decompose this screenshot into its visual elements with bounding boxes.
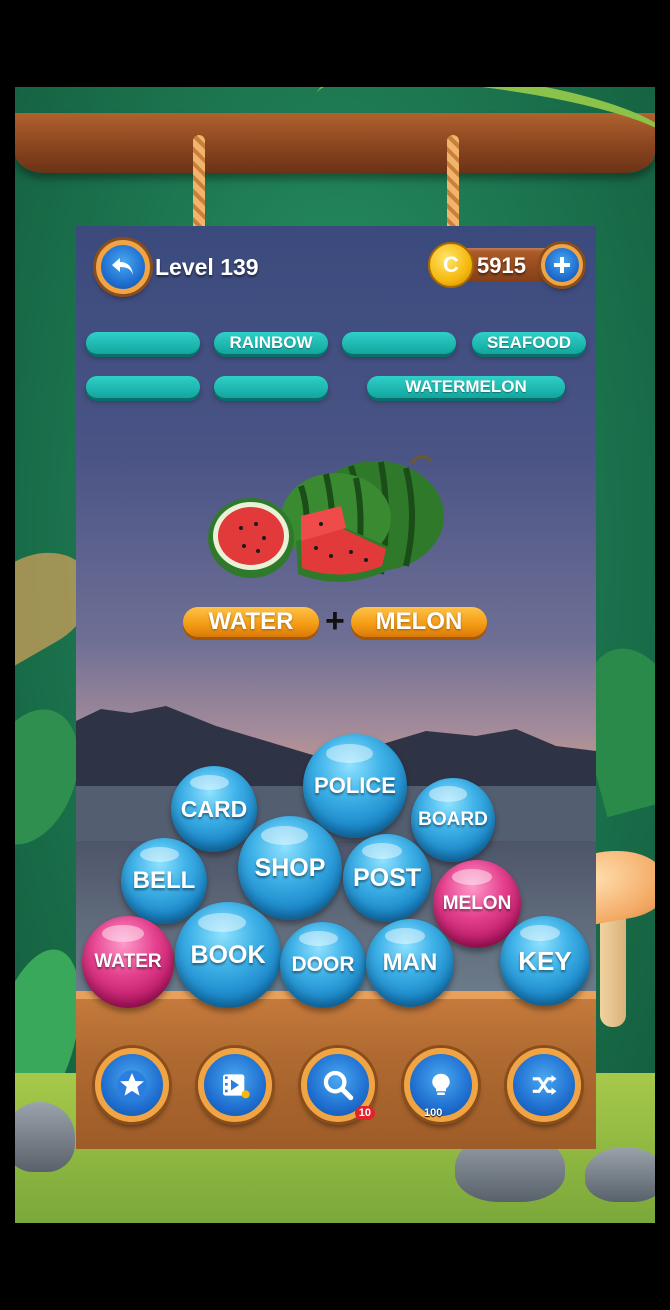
word-bubble[interactable]: MAN — [366, 919, 454, 1007]
shuffle-icon — [532, 1075, 557, 1095]
lightbulb-icon — [432, 1073, 450, 1095]
add-coins-button[interactable] — [541, 244, 583, 286]
video-reward-button[interactable] — [198, 1048, 272, 1122]
back-arrow-icon — [112, 258, 133, 275]
watermelon-image — [208, 456, 444, 582]
level-label: Level 139 — [155, 254, 259, 280]
search-count-badge: 10 — [354, 1106, 375, 1120]
shuffle-button[interactable] — [507, 1048, 581, 1122]
word-bubble[interactable]: BOOK — [175, 902, 281, 1008]
hint-button[interactable]: 100 — [404, 1048, 478, 1122]
answer-slot: RAINBOW — [214, 332, 328, 354]
clue-word-1: WATER — [183, 607, 319, 637]
clue-word-2: MELON — [351, 607, 487, 637]
star-button[interactable] — [95, 1048, 169, 1122]
game-scene: Level 139 C 5915 RAINBOW SEAFOOD WATERME… — [15, 87, 655, 1223]
back-button[interactable] — [96, 240, 150, 294]
answer-slot — [342, 332, 456, 354]
word-bubble[interactable]: SHOP — [238, 816, 342, 920]
plus-sign: + — [325, 602, 345, 640]
magnifier-icon — [323, 1070, 354, 1101]
word-bubble[interactable]: KEY — [500, 916, 590, 1006]
word-bubble[interactable]: BOARD — [411, 778, 495, 862]
word-bubble[interactable]: POST — [343, 834, 431, 922]
hint-cost-badge: 100 — [424, 1107, 443, 1119]
video-icon — [223, 1074, 250, 1099]
word-bubble[interactable]: BELL — [121, 838, 207, 924]
word-bubble[interactable]: WATER — [82, 916, 174, 1008]
plus-icon — [554, 257, 570, 273]
word-bubble[interactable]: POLICE — [303, 734, 407, 838]
answer-slot — [214, 376, 328, 398]
word-bubble[interactable]: CARD — [171, 766, 257, 852]
coin-count: 5915 — [477, 253, 526, 278]
rock — [585, 1147, 655, 1202]
star-icon — [117, 1070, 147, 1100]
answer-slot: SEAFOOD — [472, 332, 586, 354]
answer-slot — [86, 332, 200, 354]
word-bubble[interactable]: DOOR — [280, 922, 366, 1008]
coin-icon: C — [428, 242, 474, 288]
answer-slot: WATERMELON — [367, 376, 565, 398]
game-board: Level 139 C 5915 RAINBOW SEAFOOD WATERME… — [76, 226, 596, 1149]
answer-slot — [86, 376, 200, 398]
search-button[interactable]: 10 — [301, 1048, 375, 1122]
mushroom-stem — [600, 907, 626, 1027]
